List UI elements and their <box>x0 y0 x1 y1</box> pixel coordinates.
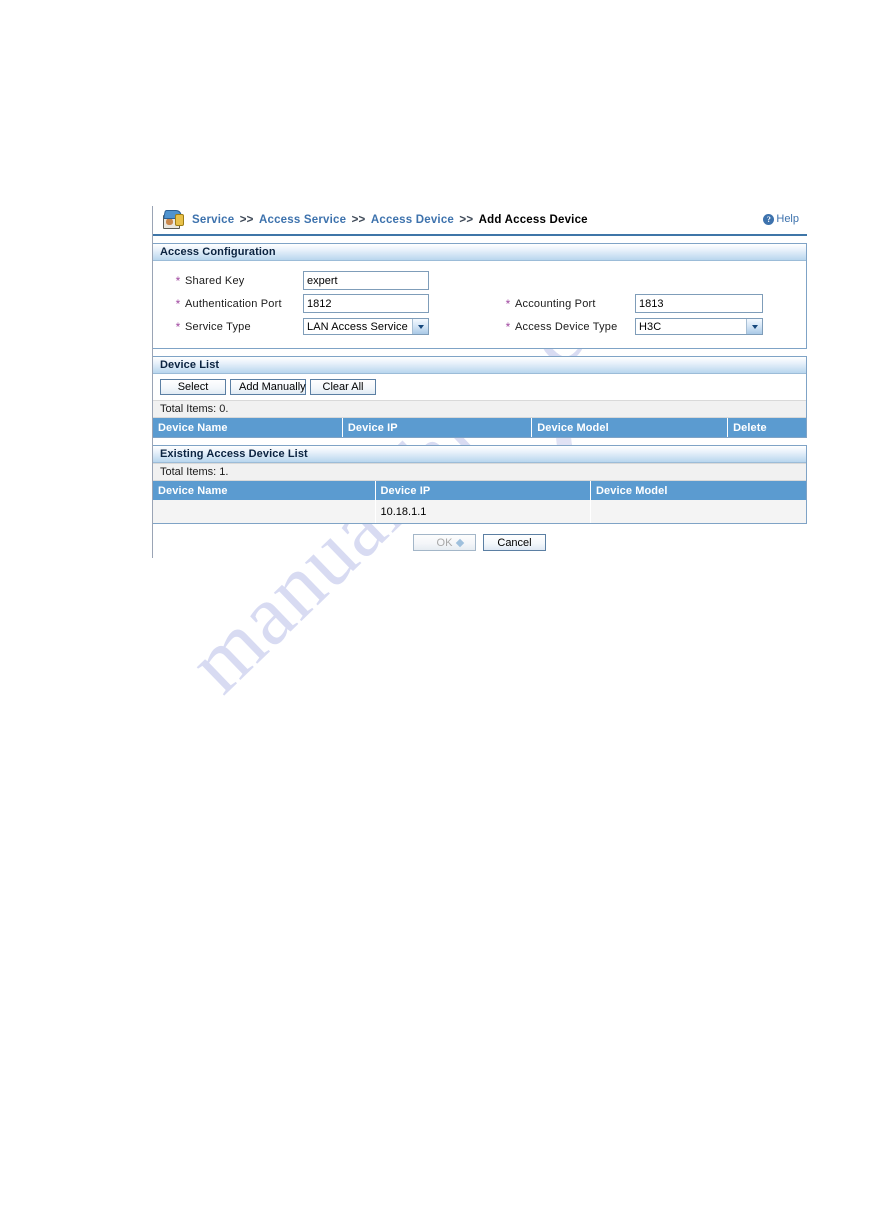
field-accounting-port: * Accounting Port <box>483 292 803 315</box>
required-asterisk: * <box>175 296 181 311</box>
breadcrumb: Service >> Access Service >> Access Devi… <box>152 206 807 236</box>
existing-access-device-list-panel: Existing Access Device List Total Items:… <box>152 445 807 524</box>
breadcrumb-item-service[interactable]: Service <box>192 214 234 226</box>
authentication-port-label: Authentication Port <box>185 297 282 310</box>
chevron-down-icon[interactable] <box>412 319 428 334</box>
device-list-header-row: Device Name Device IP Device Model Delet… <box>153 418 806 437</box>
breadcrumb-separator: >> <box>239 214 254 226</box>
help-link[interactable]: ? Help <box>763 213 799 225</box>
page-title: Add Access Device <box>478 214 588 226</box>
breadcrumb-item-access-service[interactable]: Access Service <box>259 214 346 226</box>
form-cell-empty <box>483 269 803 292</box>
form-actions: OK Cancel <box>152 534 807 551</box>
clear-all-button[interactable]: Clear All <box>310 379 376 395</box>
field-access-device-type: * Access Device Type H3C <box>483 315 803 338</box>
service-type-label: Service Type <box>185 320 251 333</box>
existing-list-body: 10.18.1.1 <box>153 500 806 523</box>
chevron-down-icon[interactable] <box>746 319 762 334</box>
device-list-title: Device List <box>153 357 806 374</box>
field-service-type: * Service Type LAN Access Service <box>153 315 483 338</box>
access-device-type-label: Access Device Type <box>515 320 618 333</box>
service-type-select[interactable]: LAN Access Service <box>303 318 429 335</box>
accounting-port-input[interactable] <box>635 294 763 313</box>
access-device-type-value: H3C <box>639 320 662 333</box>
page-left-rule <box>152 206 153 558</box>
ok-indicator-icon <box>455 538 465 548</box>
shared-key-label: Shared Key <box>185 274 245 287</box>
watermark-layer: manualshive.com <box>0 0 893 1212</box>
cell-device-name <box>153 500 376 523</box>
form-row-types: * Service Type LAN Access Service * Acce… <box>153 315 806 338</box>
field-authentication-port: * Authentication Port <box>153 292 483 315</box>
device-list-total-items: Total Items: 0. <box>153 400 806 418</box>
authentication-port-input[interactable] <box>303 294 429 313</box>
breadcrumb-separator: >> <box>351 214 366 226</box>
form-row-ports: * Authentication Port * Accounting Port <box>153 292 806 315</box>
cell-device-ip: 10.18.1.1 <box>375 500 592 523</box>
help-question-icon: ? <box>763 213 775 225</box>
service-type-value: LAN Access Service <box>307 320 408 333</box>
breadcrumb-separator: >> <box>459 214 474 226</box>
device-list-table: Device Name Device IP Device Model Delet… <box>153 418 806 437</box>
add-manually-button[interactable]: Add Manually <box>230 379 306 395</box>
column-header-device-name[interactable]: Device Name <box>153 418 343 437</box>
access-configuration-title: Access Configuration <box>153 244 806 261</box>
ok-button-label: OK <box>436 537 453 549</box>
column-header-device-ip[interactable]: Device IP <box>375 481 592 500</box>
column-header-device-ip[interactable]: Device IP <box>342 418 533 437</box>
required-asterisk: * <box>175 319 181 334</box>
column-header-delete[interactable]: Delete <box>727 418 806 437</box>
existing-list-total-items: Total Items: 1. <box>153 463 806 481</box>
required-asterisk: * <box>505 319 511 334</box>
help-label: Help <box>776 213 799 225</box>
breadcrumb-item-access-device[interactable]: Access Device <box>371 214 454 226</box>
ok-button[interactable]: OK <box>413 534 476 551</box>
required-asterisk: * <box>175 273 181 288</box>
device-list-panel: Device List Select Add Manually Clear Al… <box>152 356 807 438</box>
add-access-device-page: Service >> Access Service >> Access Devi… <box>152 206 807 551</box>
shared-key-input[interactable] <box>303 271 429 290</box>
select-button[interactable]: Select <box>160 379 226 395</box>
column-header-device-model[interactable]: Device Model <box>590 481 806 500</box>
device-user-key-icon <box>162 210 184 230</box>
column-header-device-model[interactable]: Device Model <box>531 418 729 437</box>
accounting-port-label: Accounting Port <box>515 297 596 310</box>
existing-access-device-list-title: Existing Access Device List <box>153 446 806 463</box>
access-device-type-select[interactable]: H3C <box>635 318 763 335</box>
access-configuration-form: * Shared Key * Authentication Port * Acc… <box>153 261 806 348</box>
form-row-shared-key: * Shared Key <box>153 269 806 292</box>
existing-access-device-table: Device Name Device IP Device Model 10.18… <box>153 481 806 523</box>
existing-list-header-row: Device Name Device IP Device Model <box>153 481 806 500</box>
access-configuration-panel: Access Configuration * Shared Key * Auth… <box>152 243 807 349</box>
cancel-button[interactable]: Cancel <box>483 534 546 551</box>
table-row[interactable]: 10.18.1.1 <box>153 500 806 523</box>
field-shared-key: * Shared Key <box>153 269 483 292</box>
required-asterisk: * <box>505 296 511 311</box>
breadcrumb-trail: Service >> Access Service >> Access Devi… <box>192 214 588 226</box>
device-list-toolbar: Select Add Manually Clear All <box>153 374 806 400</box>
column-header-device-name[interactable]: Device Name <box>153 481 376 500</box>
cell-device-model <box>590 500 806 523</box>
